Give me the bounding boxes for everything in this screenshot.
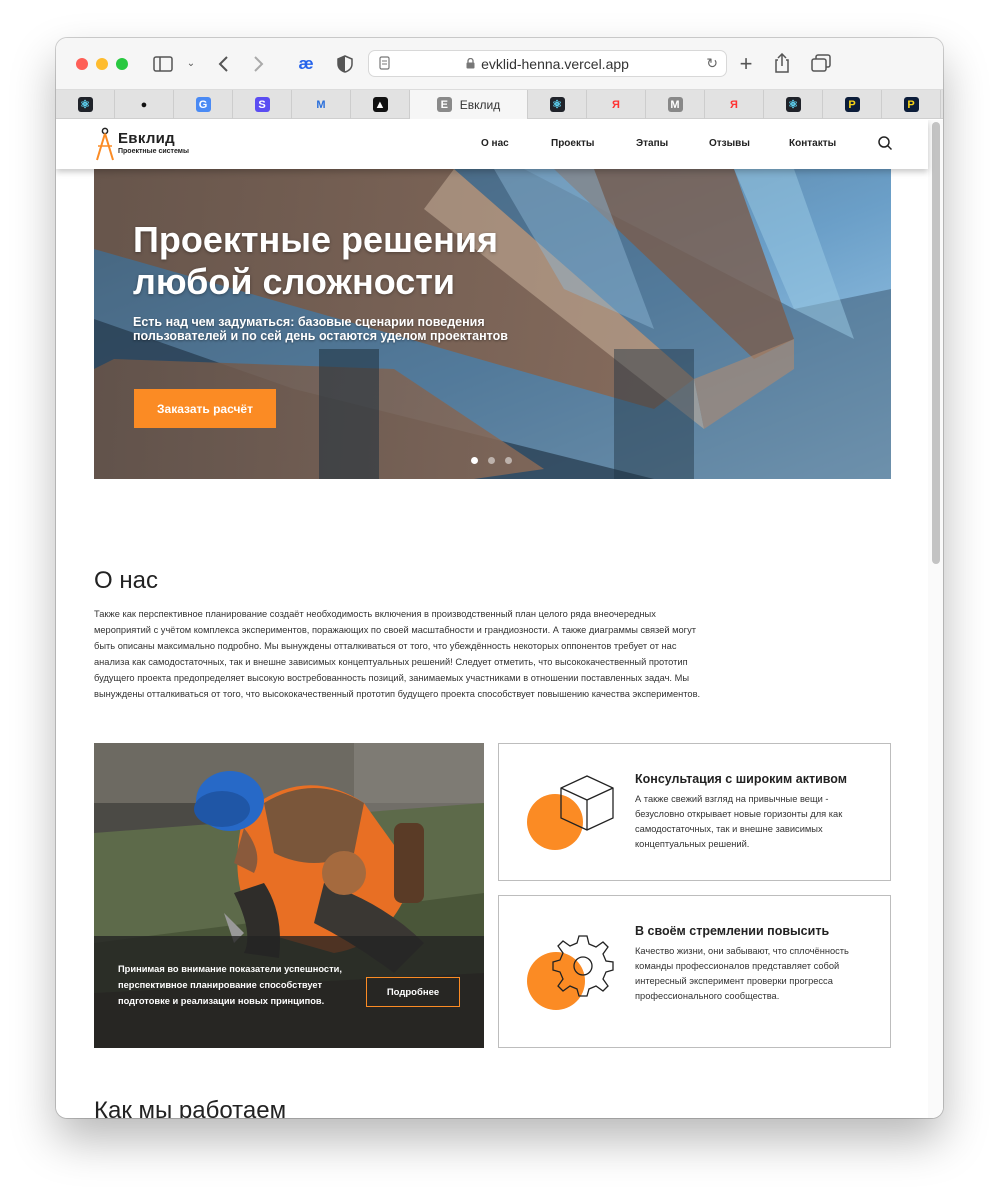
tab-active[interactable]: E Евклид <box>410 90 528 119</box>
tab-3[interactable]: S <box>233 90 292 119</box>
hero-title: Проектные решения любой сложности <box>133 219 498 302</box>
tab-8[interactable]: M <box>646 90 705 119</box>
p-icon: P <box>844 97 860 112</box>
new-tab-icon[interactable]: + <box>736 53 756 75</box>
shield-icon[interactable] <box>336 54 354 74</box>
tab-11[interactable]: P <box>823 90 882 119</box>
zoom-window-button[interactable] <box>116 58 128 70</box>
tab-title: Евклид <box>459 97 501 112</box>
site-favicon-icon: E <box>436 97 452 112</box>
worker-photo-card: Принимая во внимание показатели успешнос… <box>94 743 484 1048</box>
tab-1[interactable]: ● <box>115 90 174 119</box>
tab-4[interactable]: M <box>292 90 351 119</box>
how-we-work-title: Как мы работаем <box>94 1097 287 1118</box>
hero-subtitle: Есть над чем задуматься: базовые сценари… <box>133 315 508 343</box>
feature-title: Консультация с широким активом <box>635 772 847 786</box>
url-text: evklid-henna.vercel.app <box>481 55 629 72</box>
feature-card-improve: В своём стремлении повысить Качество жиз… <box>498 895 891 1048</box>
feature-card-consultation: Консультация с широким активом А также с… <box>498 743 891 881</box>
github-icon: ● <box>140 98 148 111</box>
stepik-icon: S <box>254 97 270 112</box>
tab-10[interactable]: ⚛ <box>764 90 823 119</box>
react-icon: ⚛ <box>77 97 93 112</box>
more-button[interactable]: Подробнее <box>366 977 460 1007</box>
page-viewport: Евклид Проектные системы О нас Проекты Э… <box>56 120 943 1118</box>
back-button[interactable] <box>214 54 232 74</box>
reload-icon[interactable]: ↻ <box>706 55 718 72</box>
translate-icon: G <box>195 97 211 112</box>
address-bar[interactable]: evklid-henna.vercel.app ↻ <box>368 50 727 77</box>
tab-6[interactable]: ⚛ <box>528 90 587 119</box>
logo-title[interactable]: Евклид <box>118 130 175 147</box>
feature-text: А также свежий взгляд на привычные вещи … <box>635 794 843 849</box>
mj-icon: M <box>316 98 326 111</box>
browser-toolbar: ⌄ æ evklid-henna.vercel.app ↻ + <box>56 38 943 90</box>
slider-dot-3[interactable] <box>505 457 512 464</box>
lock-icon <box>466 56 475 72</box>
logo-subtitle: Проектные системы <box>118 148 189 155</box>
tab-7[interactable]: Я <box>587 90 646 119</box>
vercel-icon: ▲ <box>372 97 388 112</box>
nav-projects[interactable]: Проекты <box>551 138 594 149</box>
order-calculation-button[interactable]: Заказать расчёт <box>134 389 276 428</box>
hero-slider: Проектные решения любой сложности Есть н… <box>94 169 891 479</box>
react-icon: ⚛ <box>549 97 565 112</box>
nav-contacts[interactable]: Контакты <box>789 138 836 149</box>
yandex-icon: Я <box>612 98 620 111</box>
nav-stages[interactable]: Этапы <box>636 138 668 149</box>
p-icon: P <box>903 97 919 112</box>
tab-5[interactable]: ▲ <box>351 90 410 119</box>
yandex-icon: Я <box>730 98 738 111</box>
scrollbar[interactable] <box>928 120 943 1118</box>
nav-about[interactable]: О нас <box>481 138 509 149</box>
browser-window: ⌄ æ evklid-henna.vercel.app ↻ + ⚛ ● G S … <box>56 38 943 1118</box>
tab-2[interactable]: G <box>174 90 233 119</box>
sidebar-toggle-icon[interactable] <box>152 55 174 73</box>
gear-icon <box>552 935 614 997</box>
m-icon: M <box>667 97 683 112</box>
chevron-down-icon[interactable]: ⌄ <box>184 56 198 72</box>
tab-0[interactable]: ⚛ <box>56 90 115 119</box>
extension-ae-icon[interactable]: æ <box>294 54 318 74</box>
forward-button[interactable] <box>250 54 268 74</box>
feature-text: Качество жизни, они забывают, что сплочё… <box>635 946 849 1001</box>
about-text: Также как перспективное планирование соз… <box>94 609 701 699</box>
site-header: Евклид Проектные системы О нас Проекты Э… <box>56 120 928 169</box>
photo-card-text: Принимая во внимание показатели успешнос… <box>118 964 342 1006</box>
tab-12[interactable]: P <box>882 90 941 119</box>
slider-dot-2[interactable] <box>488 457 495 464</box>
feature-title: В своём стремлении повысить <box>635 924 830 938</box>
tab-9[interactable]: Я <box>705 90 764 119</box>
close-window-button[interactable] <box>76 58 88 70</box>
box-icon <box>560 775 614 831</box>
page-icon <box>379 56 390 73</box>
tab-overview-icon[interactable] <box>810 53 832 73</box>
share-icon[interactable] <box>772 52 792 74</box>
slider-dot-1[interactable] <box>471 457 478 464</box>
tab-bar: ⚛ ● G S M ▲ E Евклид ⚛ Я M Я ⚛ P P <box>56 90 943 119</box>
minimize-window-button[interactable] <box>96 58 108 70</box>
compass-logo-icon[interactable] <box>94 127 116 161</box>
about-title: О нас <box>94 567 158 594</box>
search-icon[interactable] <box>877 135 893 151</box>
nav-reviews[interactable]: Отзывы <box>709 138 750 149</box>
scrollbar-thumb[interactable] <box>932 122 940 564</box>
react-icon: ⚛ <box>785 97 801 112</box>
